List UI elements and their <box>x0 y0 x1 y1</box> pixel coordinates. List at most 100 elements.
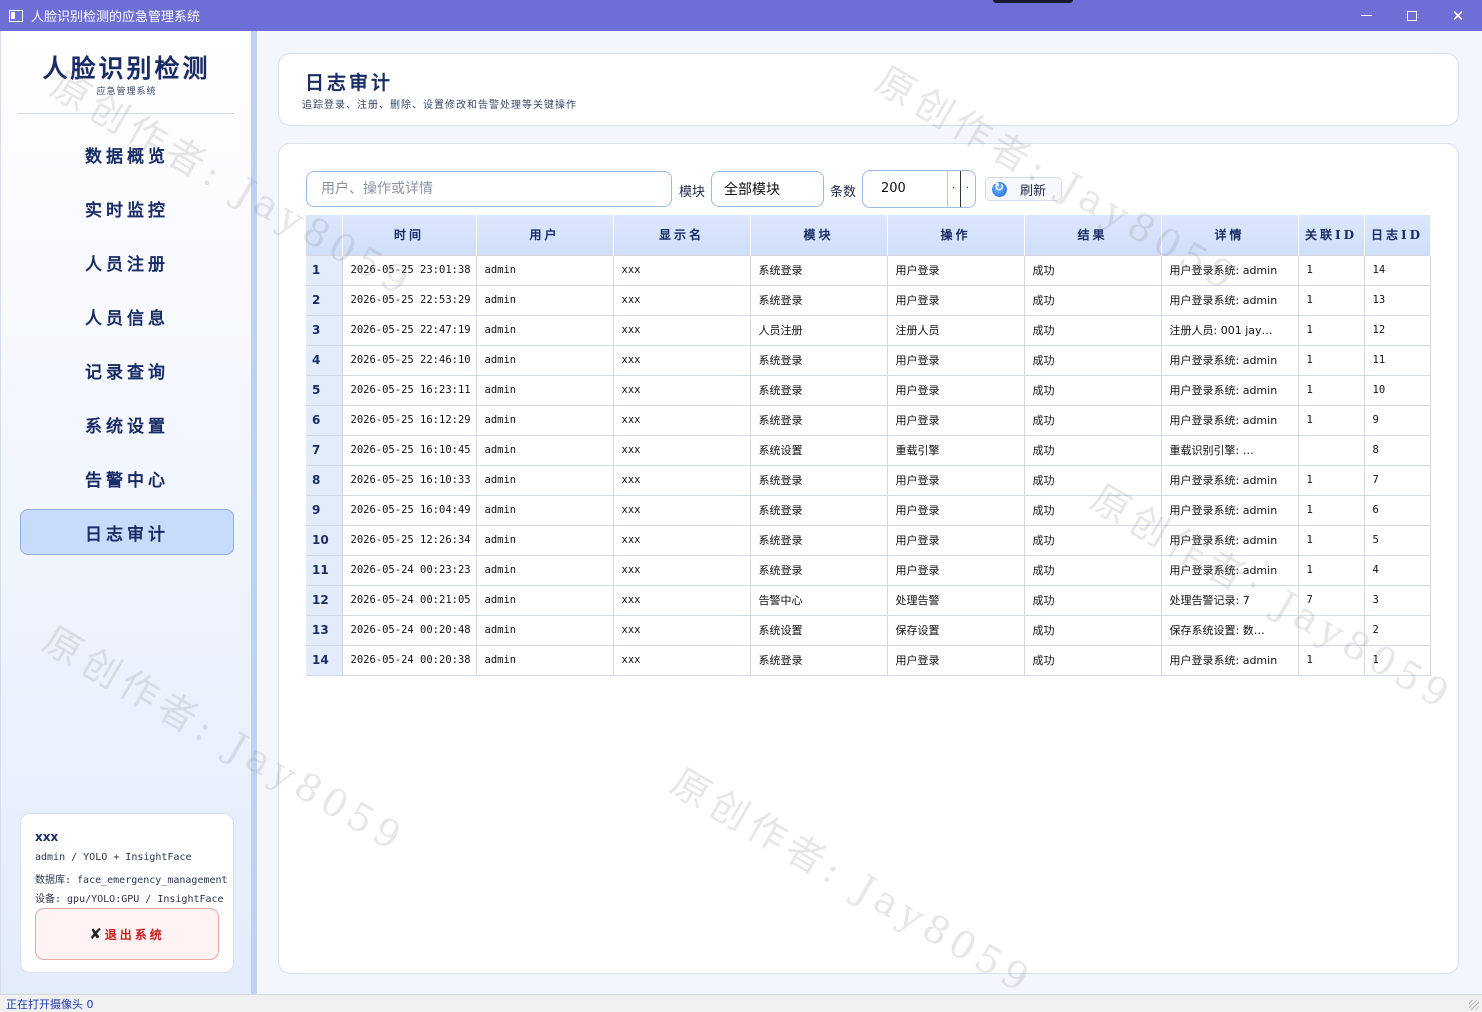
cell-time[interactable]: 2026-05-25 22:47:19 <box>342 315 477 346</box>
cell-detail[interactable]: 重载识别引擎: … <box>1161 435 1299 466</box>
cell-ref-id[interactable]: 1 <box>1298 285 1365 316</box>
cell-time[interactable]: 2026-05-25 16:04:49 <box>342 495 477 526</box>
cell-ref-id[interactable]: 1 <box>1298 645 1365 676</box>
cell-module[interactable]: 系统登录 <box>750 254 888 286</box>
cell-detail[interactable]: 用户登录系统: admin <box>1161 345 1299 376</box>
nav-item-live-monitor[interactable]: 实时监控 <box>20 185 234 231</box>
cell-detail[interactable]: 注册人员: 001 jay… <box>1161 315 1299 346</box>
cell-result[interactable]: 成功 <box>1024 315 1162 346</box>
cell-module[interactable]: 系统设置 <box>750 615 888 646</box>
cell-log-id[interactable]: 7 <box>1364 465 1431 496</box>
cell-operation[interactable]: 用户登录 <box>887 495 1025 526</box>
cell-ref-id[interactable]: 1 <box>1298 555 1365 586</box>
cell-user[interactable]: admin <box>476 345 614 376</box>
cell-display-name[interactable]: xxx <box>613 375 751 406</box>
column-header-result[interactable]: 结果 <box>1024 215 1162 255</box>
cell-log-id[interactable]: 8 <box>1364 435 1431 466</box>
cell-user[interactable]: admin <box>476 285 614 316</box>
nav-item-log-audit[interactable]: 日志审计 <box>20 509 234 555</box>
nav-item-overview[interactable]: 数据概览 <box>20 131 234 177</box>
cell-module[interactable]: 告警中心 <box>750 585 888 616</box>
cell-time[interactable]: 2026-05-25 22:46:10 <box>342 345 477 376</box>
cell-time[interactable]: 2026-05-25 16:10:33 <box>342 465 477 496</box>
cell-display-name[interactable]: xxx <box>613 345 751 376</box>
cell-module[interactable]: 系统登录 <box>750 555 888 586</box>
cell-module[interactable]: 系统登录 <box>750 405 888 436</box>
row-number[interactable]: 13 <box>306 615 343 646</box>
column-header-ref-id[interactable]: 关联ID <box>1298 215 1365 255</box>
table-row[interactable]: 12 2026-05-24 00:21:05 admin xxx 告警中心 处理告警 成功处… <box>306 585 1431 616</box>
cell-result[interactable]: 成功 <box>1024 254 1162 286</box>
cell-detail[interactable]: 用户登录系统: admin <box>1161 495 1299 526</box>
table-row[interactable]: 9 2026-05-25 16:04:49 admin xxx 系统登录 用户登录 成功 用户… <box>306 495 1431 526</box>
cell-result[interactable]: 成功 <box>1024 345 1162 376</box>
row-number[interactable]: 6 <box>306 405 343 436</box>
cell-module[interactable]: 系统登录 <box>750 645 888 676</box>
cell-user[interactable]: admin <box>476 254 614 286</box>
cell-user[interactable]: admin <box>476 495 614 526</box>
cell-log-id[interactable]: 4 <box>1364 555 1431 586</box>
row-number[interactable]: 1 <box>306 254 343 286</box>
cell-display-name[interactable]: xxx <box>613 645 751 676</box>
logout-button[interactable]: ✘ 退出系统 <box>35 908 219 960</box>
nav-item-person-info[interactable]: 人员信息 <box>20 293 234 339</box>
cell-log-id[interactable]: 13 <box>1364 285 1431 316</box>
spin-down-button[interactable]: · <box>960 171 974 207</box>
row-number[interactable]: 10 <box>306 525 343 556</box>
nav-item-system-settings[interactable]: 系统设置 <box>20 401 234 447</box>
row-number[interactable]: 11 <box>306 555 343 586</box>
column-header-operation[interactable]: 操作 <box>887 215 1025 255</box>
cell-result[interactable]: 成功 <box>1024 435 1162 466</box>
cell-user[interactable]: admin <box>476 375 614 406</box>
cell-log-id[interactable]: 2 <box>1364 615 1431 646</box>
table-row[interactable]: 6 2026-05-25 16:12:29 admin xxx 系统登录 用户登录 成功 用户… <box>306 405 1431 436</box>
row-number[interactable]: 7 <box>306 435 343 466</box>
table-row[interactable]: 8 2026-05-25 16:10:33 admin xxx 系统登录 用户登录 成功 用户… <box>306 465 1431 496</box>
cell-user[interactable]: admin <box>476 645 614 676</box>
cell-module[interactable]: 系统设置 <box>750 435 888 466</box>
cell-log-id[interactable]: 14 <box>1364 254 1431 286</box>
cell-time[interactable]: 2026-05-24 00:20:48 <box>342 615 477 646</box>
cell-ref-id[interactable]: 1 <box>1298 405 1365 436</box>
nav-item-alarm-center[interactable]: 告警中心 <box>20 455 234 501</box>
cell-display-name[interactable]: xxx <box>613 465 751 496</box>
cell-time[interactable]: 2026-05-25 23:01:38 <box>342 254 477 286</box>
table-corner[interactable] <box>306 215 343 255</box>
cell-log-id[interactable]: 3 <box>1364 585 1431 616</box>
cell-time[interactable]: 2026-05-25 16:10:45 <box>342 435 477 466</box>
row-number[interactable]: 14 <box>306 645 343 676</box>
cell-result[interactable]: 成功 <box>1024 645 1162 676</box>
table-row[interactable]: 5 2026-05-25 16:23:11 admin xxx 系统登录 用户登录 成功 用户… <box>306 375 1431 406</box>
cell-ref-id[interactable] <box>1298 435 1365 466</box>
nav-item-record-query[interactable]: 记录查询 <box>20 347 234 393</box>
cell-ref-id[interactable]: 1 <box>1298 525 1365 556</box>
table-row[interactable]: 4 2026-05-25 22:46:10 admin xxx 系统登录 用户登录 成功 用户… <box>306 345 1431 376</box>
cell-detail[interactable]: 处理告警记录: 7 <box>1161 585 1299 616</box>
cell-module[interactable]: 系统登录 <box>750 285 888 316</box>
cell-log-id[interactable]: 11 <box>1364 345 1431 376</box>
cell-user[interactable]: admin <box>476 555 614 586</box>
row-number[interactable]: 12 <box>306 585 343 616</box>
cell-operation[interactable]: 用户登录 <box>887 254 1025 286</box>
cell-display-name[interactable]: xxx <box>613 405 751 436</box>
cell-result[interactable]: 成功 <box>1024 405 1162 436</box>
table-row[interactable]: 3 2026-05-25 22:47:19 admin xxx 人员注册 注册人员 成功 注册… <box>306 315 1431 346</box>
cell-ref-id[interactable]: 1 <box>1298 375 1365 406</box>
cell-time[interactable]: 2026-05-24 00:20:38 <box>342 645 477 676</box>
cell-time[interactable]: 2026-05-25 16:23:11 <box>342 375 477 406</box>
cell-user[interactable]: admin <box>476 315 614 346</box>
cell-operation[interactable]: 重载引擎 <box>887 435 1025 466</box>
cell-result[interactable]: 成功 <box>1024 465 1162 496</box>
module-select[interactable]: 全部模块 <box>711 171 824 207</box>
cell-log-id[interactable]: 5 <box>1364 525 1431 556</box>
cell-detail[interactable]: 用户登录系统: admin <box>1161 375 1299 406</box>
cell-log-id[interactable]: 12 <box>1364 315 1431 346</box>
resize-grip-icon[interactable] <box>1469 1000 1479 1010</box>
cell-detail[interactable]: 用户登录系统: admin <box>1161 465 1299 496</box>
cell-display-name[interactable]: xxx <box>613 525 751 556</box>
cell-operation[interactable]: 用户登录 <box>887 375 1025 406</box>
cell-operation[interactable]: 用户登录 <box>887 465 1025 496</box>
cell-module[interactable]: 系统登录 <box>750 375 888 406</box>
cell-display-name[interactable]: xxx <box>613 435 751 466</box>
refresh-button[interactable]: 刷新 <box>985 177 1062 201</box>
